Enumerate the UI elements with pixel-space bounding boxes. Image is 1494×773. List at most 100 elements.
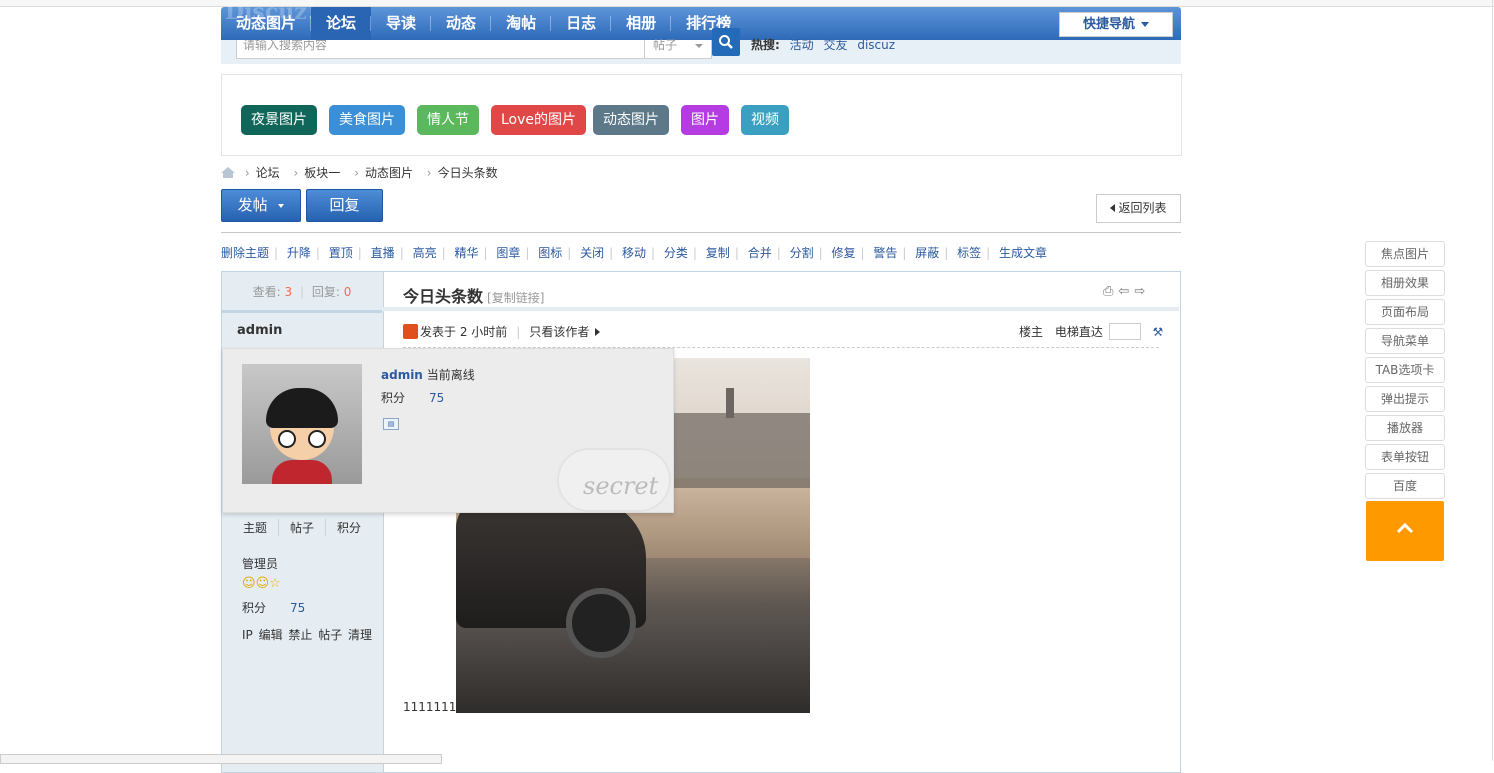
views-label: 查看: [252,285,281,299]
nav-item-collection[interactable]: 淘帖 [491,7,552,40]
mod-digest[interactable]: 精华 [454,246,478,260]
hot-search: 热搜: 活动 交友 discuz [751,36,895,53]
mod-stamp[interactable]: 图章 [496,246,520,260]
mod-merge[interactable]: 合并 [748,246,772,260]
thread-stats: 查看: 3 | 回复: 0 [222,272,382,313]
mod-highlight[interactable]: 高亮 [413,246,437,260]
side-menu-focus-pics[interactable]: 焦点图片 [1365,241,1445,267]
print-icon[interactable]: ⎙ [1103,284,1118,299]
new-post-label: 发帖 [237,196,268,214]
mod-delete[interactable]: 删除主题 [221,246,269,260]
side-menu-nav-menu[interactable]: 导航菜单 [1365,328,1445,354]
quick-nav-button[interactable]: 快捷导航 [1059,12,1173,37]
hot-term-social[interactable]: 交友 [823,38,847,52]
nav-item-album[interactable]: 相册 [611,7,672,40]
breadcrumb-board[interactable]: 板块一 [304,166,340,180]
search-bar: 请输入搜索内容 帖子 热搜: 活动 交友 discuz [221,28,1181,64]
mod-move[interactable]: 移动 [622,246,646,260]
breadcrumb-thread[interactable]: 今日头条数 [438,166,498,180]
post-meta: 发表于 2 小时前 | 只看该作者 [403,323,601,340]
hot-term-discuz[interactable]: discuz [857,38,895,52]
author-name[interactable]: admin [237,323,282,338]
tag-valentine[interactable]: 情人节 [417,105,479,135]
mod-category[interactable]: 分类 [664,246,688,260]
breadcrumb-category[interactable]: 动态图片 [365,166,413,180]
mod-sticky[interactable]: 置顶 [329,246,353,260]
new-post-button[interactable]: 发帖 [221,189,301,222]
side-menu-baidu[interactable]: 百度 [1365,473,1445,499]
thread-title: 今日头条数 [复制链接] [403,283,544,307]
side-menu-page-layout[interactable]: 页面布局 [1365,299,1445,325]
back-to-list-button[interactable]: 返回列表 [1096,194,1181,223]
nav-item-forum[interactable]: 论坛 [311,7,372,40]
mod-block[interactable]: 屏蔽 [915,246,939,260]
profile-card-icon[interactable]: ▤ [383,418,399,430]
avatar[interactable] [242,364,362,484]
online-status-icon [403,324,418,339]
wrench-icon[interactable]: ⚒ [1153,325,1164,339]
mod-split[interactable]: 分割 [790,246,814,260]
side-menu-popup-tips[interactable]: 弹出提示 [1365,386,1445,412]
reply-button[interactable]: 回复 [306,189,383,222]
mod-warn[interactable]: 警告 [873,246,897,260]
tag-panel: 夜景图片 美食图片 情人节 Love的图片 动态图片 图片 视频 [221,74,1182,156]
mod-generate-article[interactable]: 生成文章 [999,246,1047,260]
only-author-link[interactable]: 只看该作者 [529,325,589,339]
copy-link[interactable]: [复制链接] [487,291,544,305]
mod-tag[interactable]: 标签 [957,246,981,260]
side-menu-form-buttons[interactable]: 表单按钮 [1365,444,1445,470]
nav-item-blog[interactable]: 日志 [551,7,612,40]
search-icon [719,35,733,49]
divider [221,232,1181,233]
search-scope-value: 帖子 [653,38,678,52]
chevron-down-icon [1141,22,1149,27]
mod-live[interactable]: 直播 [371,246,395,260]
search-button[interactable] [712,28,740,56]
nav-item-feed[interactable]: 动态 [431,7,492,40]
tag-love-pics[interactable]: Love的图片 [491,105,587,135]
search-input[interactable]: 请输入搜索内容 [236,40,651,59]
tag-night-pics[interactable]: 夜景图片 [241,105,317,135]
side-menu-tab[interactable]: TAB选项卡 [1365,357,1445,383]
nav-list: 动态图片 论坛 导读 动态 淘帖 日志 相册 排行榜 [221,7,1181,40]
quick-nav-label: 快捷导航 [1082,17,1135,32]
back-to-list-label: 返回列表 [1118,201,1167,215]
star-icon: ☆ [269,576,281,591]
mod-copy[interactable]: 复制 [706,246,730,260]
mod-icon[interactable]: 图标 [538,246,562,260]
side-menu-player[interactable]: 播放器 [1365,415,1445,441]
tag-video[interactable]: 视频 [741,105,789,135]
author-stat-threads[interactable]: 14主题 [232,519,279,536]
mod-repair[interactable]: 修复 [831,246,855,260]
smiley-icon: ☺ [255,576,270,591]
next-thread-icon[interactable]: ⇨ [1134,284,1150,299]
author-admin-actions[interactable]: IP 编辑 禁止 帖子 清理 [242,626,372,643]
author-role[interactable]: 管理员 [242,555,278,572]
breadcrumb-forum[interactable]: 论坛 [256,166,280,180]
title-divider [383,307,1179,311]
page-right-edge [1492,0,1493,761]
floor-label: 楼主 [1019,325,1044,339]
nav-item-dynamic-pics[interactable]: 动态图片 [221,7,312,40]
chevron-right-icon [595,328,601,336]
side-menu-album-effect[interactable]: 相册效果 [1365,270,1445,296]
elevator-label: 电梯直达 [1054,325,1103,339]
prev-thread-icon[interactable]: ⇦ [1118,284,1134,299]
mod-bump[interactable]: 升降 [287,246,311,260]
tag-food-pics[interactable]: 美食图片 [329,105,405,135]
popup-credit-value: 75 [429,391,445,405]
tag-pics[interactable]: 图片 [681,105,729,135]
breadcrumb-separator: › [293,166,299,180]
tag-dynamic-pics[interactable]: 动态图片 [593,105,669,135]
home-icon[interactable] [221,167,235,178]
author-stat-posts[interactable]: 14帖子 [279,519,326,536]
author-stat-credits[interactable]: 75积分 [326,519,372,536]
search-scope-select[interactable]: 帖子 [644,38,712,59]
hot-term-activity[interactable]: 活动 [790,38,814,52]
back-to-top-button[interactable] [1366,501,1444,561]
popup-username[interactable]: admin [381,368,423,382]
floor-number-input[interactable] [1108,323,1141,340]
nav-item-guide[interactable]: 导读 [371,7,432,40]
mod-close[interactable]: 关闭 [580,246,604,260]
chevron-up-icon [1396,522,1414,534]
